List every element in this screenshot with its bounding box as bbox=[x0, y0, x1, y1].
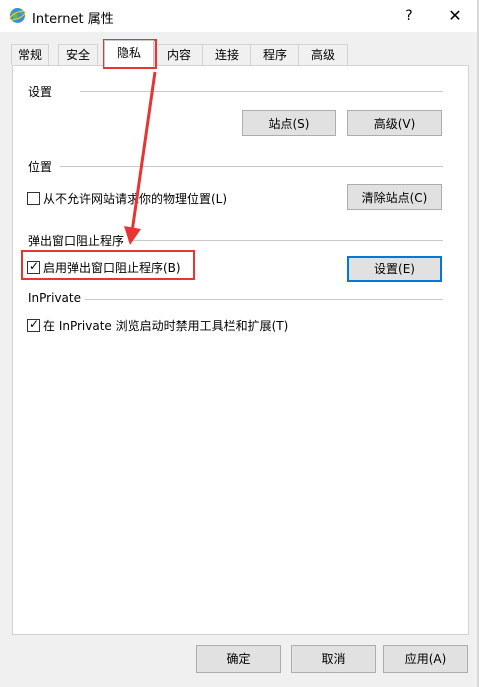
tab-strip: 常规 安全 隐私 内容 连接 程序 高级 bbox=[0, 40, 479, 67]
popup-checkbox-highlight bbox=[21, 250, 195, 280]
cancel-button[interactable]: 取消 bbox=[291, 645, 376, 673]
tab-privacy[interactable]: 隐私 bbox=[104, 40, 154, 67]
location-section-title: 位置 bbox=[28, 160, 53, 174]
popup-settings-button[interactable]: 设置(E) bbox=[347, 256, 442, 282]
ok-button[interactable]: 确定 bbox=[196, 645, 281, 673]
inprivate-checkbox[interactable]: ✓ bbox=[27, 317, 40, 332]
sites-button[interactable]: 站点(S) bbox=[242, 110, 336, 136]
tab-general[interactable]: 常规 bbox=[11, 44, 49, 65]
inprivate-checkbox-label: 在 InPrivate 浏览启动时禁用工具栏和扩展(T) bbox=[43, 319, 289, 333]
settings-section-title: 设置 bbox=[28, 85, 53, 99]
location-checkbox-row[interactable]: 从不允许网站请求你的物理位置(L) bbox=[27, 191, 327, 207]
clear-sites-button[interactable]: 清除站点(C) bbox=[347, 184, 442, 210]
internet-globe-icon bbox=[9, 7, 26, 24]
popup-divider bbox=[128, 240, 443, 241]
close-button[interactable]: ✕ bbox=[440, 4, 470, 28]
inprivate-checkbox-row[interactable]: ✓ 在 InPrivate 浏览启动时禁用工具栏和扩展(T) bbox=[27, 317, 347, 334]
settings-divider bbox=[80, 91, 443, 92]
location-checkbox[interactable] bbox=[27, 192, 40, 205]
help-button[interactable]: ? bbox=[396, 4, 422, 28]
inprivate-section-title: InPrivate bbox=[28, 291, 81, 305]
location-divider bbox=[60, 166, 443, 167]
tab-content[interactable]: 内容 bbox=[154, 44, 204, 65]
tab-security[interactable]: 安全 bbox=[58, 44, 98, 65]
privacy-panel bbox=[12, 65, 469, 635]
popup-section-title: 弹出窗口阻止程序 bbox=[28, 234, 125, 248]
location-checkbox-label: 从不允许网站请求你的物理位置(L) bbox=[43, 192, 228, 206]
tab-advanced[interactable]: 高级 bbox=[298, 44, 348, 65]
inprivate-divider bbox=[85, 299, 443, 300]
checkmark-icon: ✓ bbox=[29, 317, 40, 331]
tab-connections[interactable]: 连接 bbox=[202, 44, 252, 65]
tab-programs[interactable]: 程序 bbox=[250, 44, 300, 65]
window-title: Internet 属性 bbox=[32, 12, 114, 27]
title-bar: Internet 属性 ? ✕ bbox=[0, 0, 479, 32]
apply-button[interactable]: 应用(A) bbox=[383, 645, 468, 673]
advanced-button[interactable]: 高级(V) bbox=[347, 110, 442, 136]
